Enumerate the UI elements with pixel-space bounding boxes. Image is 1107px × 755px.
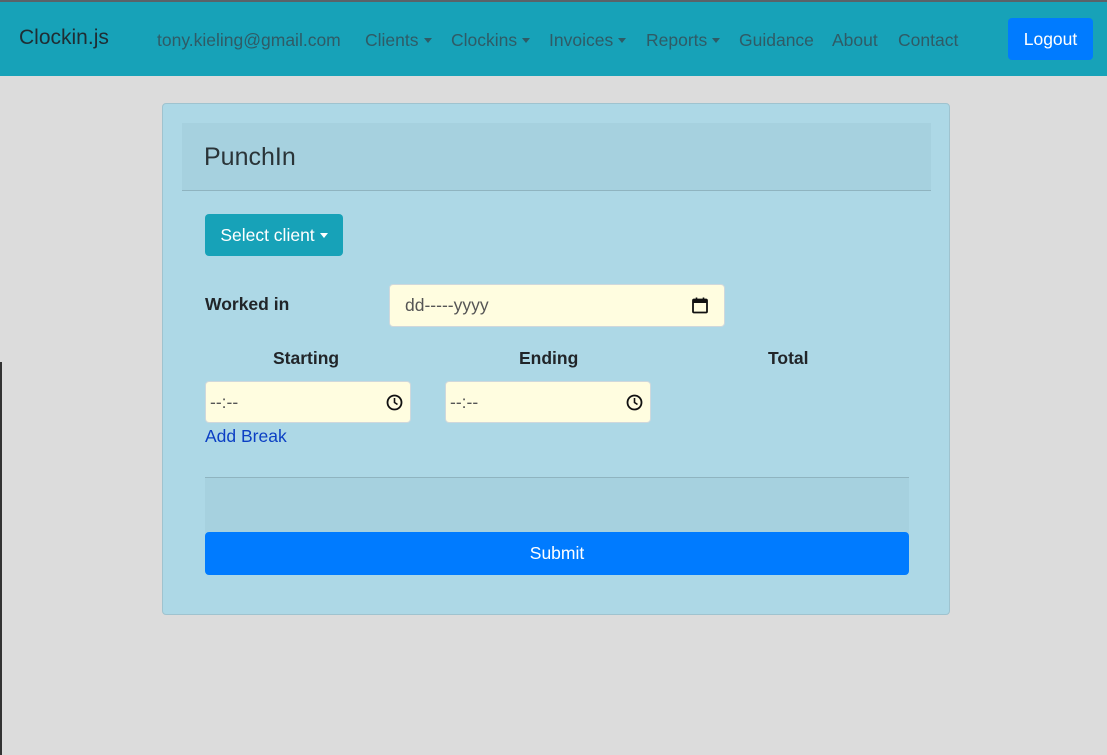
worked-in-label: Worked in [205, 294, 290, 314]
card-footer [205, 477, 909, 533]
end-time-value: --:-- [450, 391, 479, 412]
nav-clients-label: Clients [365, 30, 419, 50]
nav-user-email[interactable]: tony.kieling@gmail.com [157, 30, 341, 51]
logout-button[interactable]: Logout [1008, 18, 1093, 60]
nav-invoices-label: Invoices [549, 30, 614, 50]
nav-reports-label: Reports [646, 30, 708, 50]
nav-clockins-label: Clockins [451, 30, 518, 50]
ending-header: Ending [519, 348, 579, 368]
nav-invoices-dropdown[interactable]: Invoices [549, 30, 627, 51]
end-time-input[interactable]: --:-- [445, 381, 651, 423]
start-time-input[interactable]: --:-- [205, 381, 411, 423]
caret-down-icon [423, 38, 432, 43]
nav-reports-dropdown[interactable]: Reports [646, 30, 721, 51]
window-edge [0, 362, 2, 755]
add-break-link[interactable]: Add Break [205, 426, 287, 447]
nav-guidance-link[interactable]: Guidance [739, 30, 814, 51]
caret-down-icon [319, 232, 328, 238]
nav-contact-link[interactable]: Contact [898, 30, 958, 51]
brand-logo[interactable]: Clockin.js [19, 26, 109, 50]
total-header: Total [768, 348, 809, 368]
clock-icon[interactable] [626, 394, 643, 411]
starting-header: Starting [273, 348, 340, 368]
submit-button[interactable]: Submit [205, 532, 909, 575]
caret-down-icon [618, 38, 627, 43]
select-client-dropdown[interactable]: Select client [205, 214, 343, 256]
caret-down-icon [712, 38, 721, 43]
navbar: Clockin.js tony.kieling@gmail.com Client… [0, 0, 1107, 76]
select-client-label: Select client [220, 224, 315, 245]
clock-icon[interactable] [386, 394, 403, 411]
start-time-value: --:-- [210, 391, 239, 412]
date-placeholder: dd-----yyyy [405, 295, 489, 315]
worked-in-date-input[interactable]: dd-----yyyy [389, 284, 725, 327]
nav-about-link[interactable]: About [832, 30, 878, 51]
caret-down-icon [522, 38, 531, 43]
calendar-icon[interactable] [692, 297, 708, 314]
punchin-card: PunchIn Select client Worked in dd-----y… [162, 103, 950, 615]
page-title: PunchIn [204, 143, 296, 171]
card-header: PunchIn [182, 123, 931, 191]
nav-clockins-dropdown[interactable]: Clockins [451, 30, 531, 51]
nav-clients-dropdown[interactable]: Clients [365, 30, 432, 51]
